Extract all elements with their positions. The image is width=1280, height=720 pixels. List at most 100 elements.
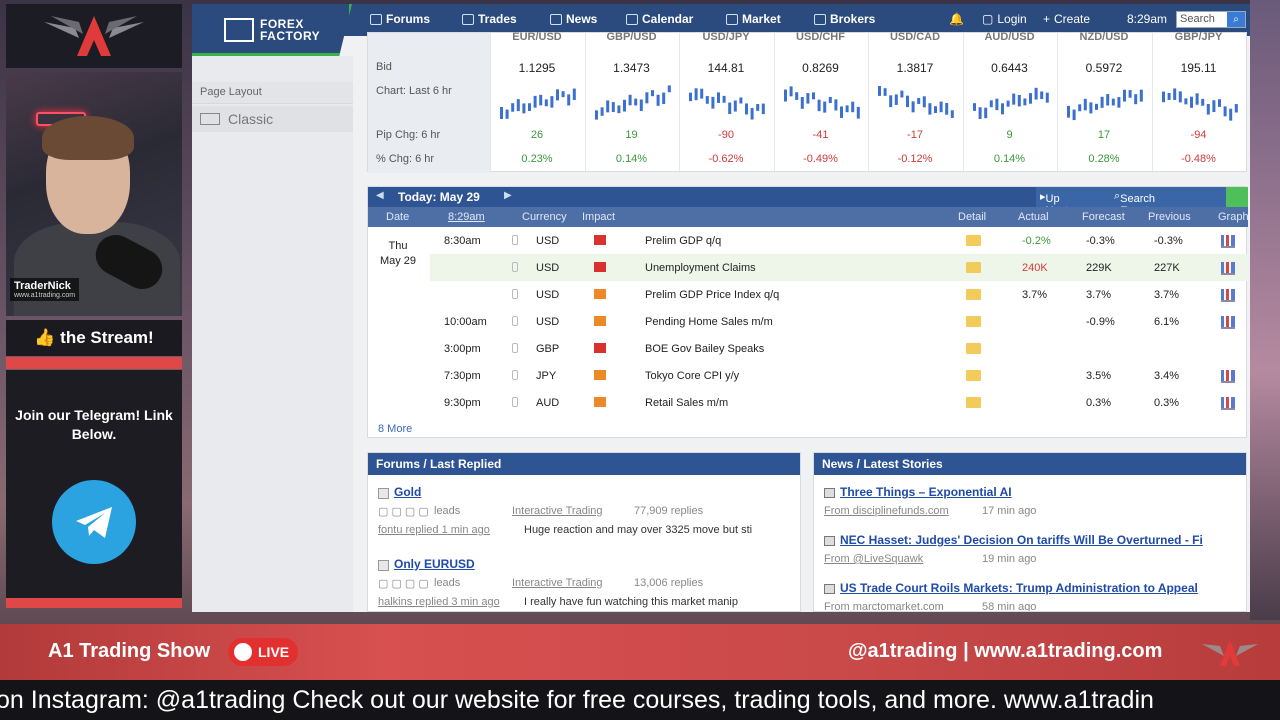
prev-day-arrow-icon[interactable]: ◀ (376, 190, 384, 201)
detail-folder-icon[interactable] (966, 397, 981, 408)
price-sparkline[interactable] (687, 81, 767, 121)
col-time[interactable]: 8:29am (448, 211, 485, 223)
thread-snippet[interactable]: Huge reaction and may over 3325 move but… (524, 524, 752, 536)
telegram-icon[interactable] (52, 480, 136, 564)
nav-brokers[interactable]: Brokers (814, 12, 875, 26)
next-day-arrow-icon[interactable]: ▶ (504, 190, 512, 201)
thread-replier[interactable]: fontu replied 1 min ago (378, 524, 490, 536)
detail-folder-icon[interactable] (966, 262, 981, 273)
story-title[interactable]: NEC Hasset: Judges' Decision On tariffs … (840, 533, 1203, 547)
login-link[interactable]: ▢ Login (982, 12, 1027, 26)
thread-replier[interactable]: halkins replied 3 min ago (378, 596, 500, 608)
sparkline-candle (1045, 92, 1049, 103)
event-title[interactable]: Tokyo Core CPI y/y (645, 370, 739, 382)
graph-icon[interactable] (1221, 262, 1235, 275)
detail-folder-icon[interactable] (966, 370, 981, 381)
pair-name[interactable]: USD/CHF (774, 31, 868, 43)
today-label[interactable]: Today: May 29 (398, 190, 480, 204)
event-title[interactable]: Pending Home Sales m/m (645, 316, 773, 328)
price-sparkline[interactable] (782, 81, 862, 121)
forex-factory-logo[interactable]: FOREX FACTORY (192, 4, 352, 56)
price-sparkline[interactable] (876, 81, 956, 121)
impact-icon[interactable] (594, 316, 606, 326)
nav-news[interactable]: News (550, 12, 597, 26)
pair-name[interactable]: GBP/JPY (1152, 31, 1246, 43)
create-link[interactable]: + Create (1043, 12, 1090, 26)
more-events-link[interactable]: 8 More (378, 423, 412, 435)
thread-snippet[interactable]: I really have fun watching this market m… (524, 596, 738, 608)
impact-icon[interactable] (594, 370, 606, 380)
price-sparkline[interactable] (971, 81, 1051, 121)
graph-icon[interactable] (1221, 316, 1235, 329)
detail-folder-icon[interactable] (966, 235, 981, 246)
calendar-event-row[interactable]: 3:00pm GBP BOE Gov Bailey Speaks (430, 335, 1248, 362)
price-sparkline[interactable] (593, 81, 673, 121)
pair-name[interactable]: AUD/USD (963, 31, 1057, 43)
thread-checkbox-icon[interactable] (378, 560, 389, 571)
nav-trades[interactable]: Trades (462, 12, 517, 26)
nav-calendar[interactable]: Calendar (626, 12, 693, 26)
detail-folder-icon[interactable] (966, 316, 981, 327)
graph-icon[interactable] (1221, 370, 1235, 383)
search-events-button[interactable]: ⌕ Search Events (1114, 190, 1155, 217)
thread-forum[interactable]: Interactive Trading (512, 505, 603, 517)
pair-name[interactable]: USD/CAD (868, 31, 962, 43)
story-source[interactable]: From @LiveSquawk (824, 553, 923, 565)
impact-icon[interactable] (594, 343, 606, 353)
nav-forums[interactable]: Forums (370, 12, 430, 26)
detail-folder-icon[interactable] (966, 343, 981, 354)
story-title[interactable]: US Trade Court Roils Markets: Trump Admi… (840, 581, 1198, 595)
like-stream-banner: 👍 the Stream! (6, 320, 182, 356)
calendar-event-row[interactable]: 7:30pm JPY Tokyo Core CPI y/y 3.5% 3.4% (430, 362, 1248, 389)
story-title[interactable]: Three Things – Exponential AI (840, 485, 1012, 499)
a1-logo (6, 4, 182, 68)
pip-change-label: Pip Chg: 6 hr (376, 129, 441, 141)
graph-icon[interactable] (1221, 397, 1235, 410)
graph-icon[interactable] (1221, 289, 1235, 302)
impact-icon[interactable] (594, 262, 606, 272)
sparkline-candle (594, 110, 598, 120)
notifications-bell-icon[interactable]: 🔔 (949, 12, 964, 26)
search-icon[interactable]: ⌕ (1227, 12, 1245, 27)
filter-icon[interactable] (1226, 187, 1248, 207)
event-clock-icon (512, 262, 518, 272)
story-source[interactable]: From disciplinefunds.com (824, 505, 949, 517)
thread-title[interactable]: Only EURUSD (394, 557, 475, 571)
impact-icon[interactable] (594, 235, 606, 245)
server-time: 8:29am (1127, 12, 1168, 26)
price-sparkline[interactable] (498, 81, 578, 121)
layout-option-classic[interactable]: Classic (192, 106, 353, 132)
event-title[interactable]: BOE Gov Bailey Speaks (645, 343, 764, 355)
detail-folder-icon[interactable] (966, 289, 981, 300)
calendar-event-row[interactable]: 10:00am USD Pending Home Sales m/m -0.9% 6.1… (430, 308, 1248, 335)
impact-icon[interactable] (594, 289, 606, 299)
percent-change: 0.14% (993, 153, 1026, 165)
calendar-event-row[interactable]: USD Prelim GDP Price Index q/q 3.7% 3.7% 3.7… (430, 281, 1248, 308)
event-title[interactable]: Unemployment Claims (645, 262, 756, 274)
thread-forum[interactable]: Interactive Trading (512, 577, 603, 589)
thread-checkbox-icon[interactable] (378, 488, 389, 499)
pair-name[interactable]: USD/JPY (679, 31, 773, 43)
calendar-event-row[interactable]: 8:30am USD Prelim GDP q/q -0.2% -0.3% -0.3% (430, 227, 1248, 254)
pair-name[interactable]: EUR/USD (490, 31, 584, 43)
event-time: 8:30am (444, 235, 481, 247)
pair-name[interactable]: NZD/USD (1057, 31, 1151, 43)
calendar-event-row[interactable]: 9:30pm AUD Retail Sales m/m 0.3% 0.3% (430, 389, 1248, 416)
nav-market[interactable]: Market (726, 12, 781, 26)
event-title[interactable]: Prelim GDP Price Index q/q (645, 289, 779, 301)
story-source[interactable]: From marctomarket.com (824, 601, 944, 611)
graph-icon[interactable] (1221, 235, 1235, 248)
event-title[interactable]: Prelim GDP q/q (645, 235, 721, 247)
thread-avatars: ▢ ▢ ▢ ▢ (378, 506, 429, 518)
calendar-event-row[interactable]: USD Unemployment Claims 240K 229K 227K (430, 254, 1248, 281)
price-sparkline[interactable] (1065, 81, 1145, 121)
pair-name[interactable]: GBP/USD (585, 31, 679, 43)
up-next-button[interactable]: ▸ Up Next (1040, 190, 1068, 217)
col-date: Date (386, 211, 410, 223)
price-sparkline[interactable] (1160, 81, 1240, 121)
event-title[interactable]: Retail Sales m/m (645, 397, 728, 409)
sparkline-candle (550, 96, 554, 108)
thread-title[interactable]: Gold (394, 485, 421, 499)
percent-change: -0.62% (708, 153, 744, 165)
impact-icon[interactable] (594, 397, 606, 407)
